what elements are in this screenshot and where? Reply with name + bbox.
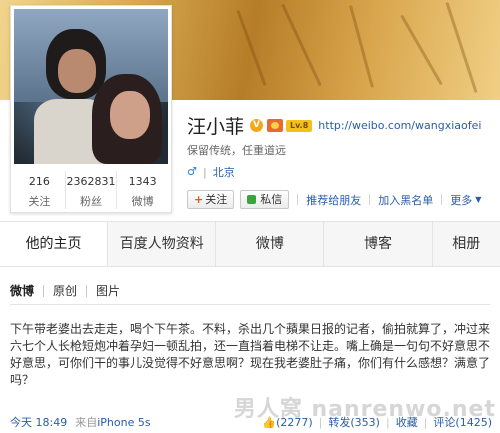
- profile-tabs: 他的主页 百度人物资料 微博 博客 相册: [0, 221, 500, 267]
- recommend-link[interactable]: 推荐给朋友: [306, 192, 361, 208]
- tab-baidu-profile[interactable]: 百度人物资料: [107, 222, 215, 266]
- banner-wheat-decoration: [236, 9, 267, 87]
- tab-weibo[interactable]: 微博: [215, 222, 323, 266]
- filter-original[interactable]: 原创: [53, 282, 77, 299]
- feed-divider: [10, 304, 490, 305]
- filter-divider: [86, 284, 88, 297]
- action-divider: [369, 194, 371, 205]
- tab-album[interactable]: 相册: [431, 222, 500, 266]
- banner-wheat-decoration: [445, 1, 478, 94]
- message-button[interactable]: 私信: [240, 190, 290, 209]
- avatar-card: 216 关注 2362831 粉丝 1343 微博: [10, 5, 172, 213]
- filter-divider: [43, 284, 45, 297]
- banner-wheat-decoration: [349, 5, 374, 88]
- action-divider: [297, 194, 299, 205]
- tab-blog[interactable]: 博客: [323, 222, 431, 266]
- profile-meta-row: ♂ | 北京: [187, 164, 235, 180]
- stat-posts-count: 1343: [128, 175, 157, 188]
- more-menu[interactable]: 更多: [450, 192, 472, 208]
- vip-level-badge[interactable]: Lv.8: [286, 119, 313, 132]
- profile-location[interactable]: 北京: [213, 164, 235, 180]
- verified-badge-icon[interactable]: V: [250, 119, 264, 132]
- action-divider: [441, 194, 443, 205]
- post-time[interactable]: 今天 18:49: [10, 414, 67, 430]
- stat-followers-label: 粉丝: [80, 195, 102, 208]
- stat-following-count: 216: [28, 175, 50, 188]
- stat-followers[interactable]: 2362831 粉丝: [64, 171, 117, 209]
- stat-following[interactable]: 216 关注: [14, 171, 65, 209]
- filter-all-weibo[interactable]: 微博: [10, 282, 34, 299]
- banner-wheat-decoration: [400, 14, 443, 86]
- tab-home[interactable]: 他的主页: [0, 222, 108, 266]
- follow-button-label: 关注: [205, 193, 228, 206]
- feed-filter: 微博 原创 图片: [10, 282, 120, 299]
- stat-posts-label: 微博: [131, 195, 154, 208]
- banner-wheat-decoration: [281, 3, 322, 87]
- filter-images[interactable]: 图片: [96, 282, 120, 299]
- post-source-prefix: 来自: [75, 416, 98, 429]
- avatar[interactable]: [14, 9, 168, 164]
- profile-url-link[interactable]: http://weibo.com/wangxiaofei: [318, 119, 481, 132]
- profile-name: 汪小菲: [187, 116, 245, 138]
- stat-followers-count: 2362831: [66, 175, 116, 188]
- follow-button[interactable]: + 关注: [187, 190, 235, 209]
- message-icon: [247, 195, 257, 204]
- message-button-label: 私信: [260, 193, 283, 206]
- post-source[interactable]: iPhone 5s: [97, 416, 150, 429]
- post-text: 下午带老婆出去走走，喝个下午茶。不料，杀出几个蘋果日报的记者，偷拍就算了，冲过来…: [10, 322, 491, 387]
- profile-actions: + 关注 私信 推荐给朋友 加入黑名单 更多 ▼: [187, 190, 481, 209]
- stat-following-label: 关注: [28, 195, 51, 208]
- meta-divider: |: [203, 165, 207, 179]
- chevron-down-icon[interactable]: ▼: [475, 195, 481, 204]
- medal-icon[interactable]: [267, 119, 284, 132]
- stat-posts[interactable]: 1343 微博: [116, 171, 168, 209]
- profile-motto: 保留传统，任重道远: [187, 144, 286, 157]
- plus-icon: +: [194, 193, 204, 206]
- blacklist-link[interactable]: 加入黑名单: [378, 192, 433, 208]
- site-watermark: 男人窝 nanrenwo.net: [233, 397, 496, 422]
- profile-stats: 216 关注 2362831 粉丝 1343 微博: [14, 171, 168, 209]
- profile-name-row: 汪小菲 V Lv.8 http://weibo.com/wangxiaofei: [187, 112, 481, 139]
- male-icon: ♂: [187, 165, 197, 178]
